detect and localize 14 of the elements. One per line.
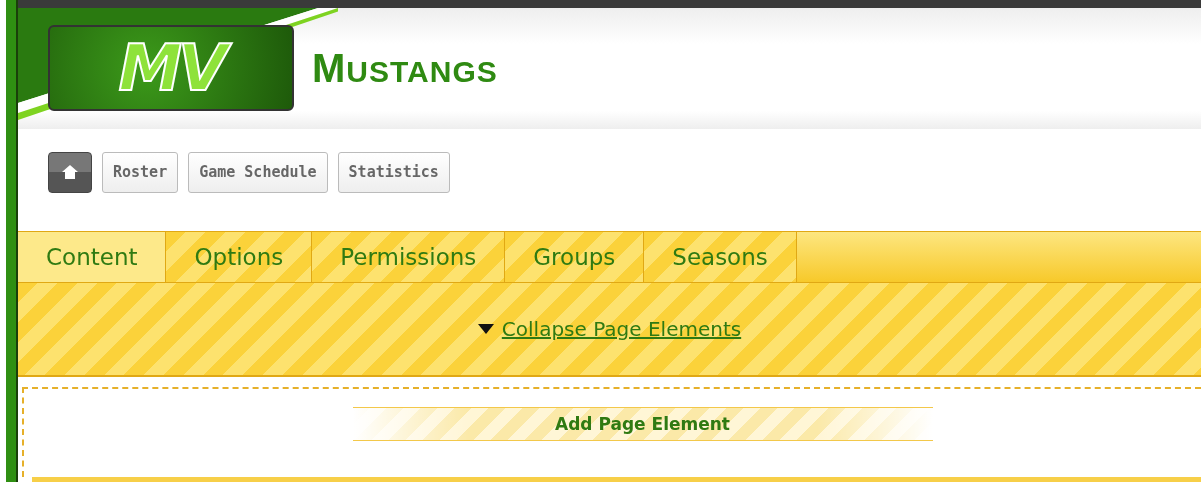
tab[interactable]: Options <box>166 231 313 282</box>
nav-button[interactable]: Game Schedule <box>188 151 328 193</box>
tab[interactable]: Seasons <box>644 231 797 282</box>
nav-button[interactable]: Statistics <box>337 151 450 193</box>
nav-button[interactable]: Roster <box>102 151 179 193</box>
team-logo: MV <box>48 25 294 112</box>
add-page-element-button[interactable]: Add Page Element <box>352 407 933 442</box>
home-button[interactable] <box>48 151 92 193</box>
team-title: MUSTANGS <box>312 45 498 91</box>
collapse-link[interactable]: Collapse Page Elements <box>501 316 742 341</box>
tab[interactable]: Content <box>18 231 167 282</box>
tab[interactable]: Groups <box>505 231 645 282</box>
tab[interactable]: Permissions <box>312 231 506 282</box>
home-icon <box>62 165 78 180</box>
